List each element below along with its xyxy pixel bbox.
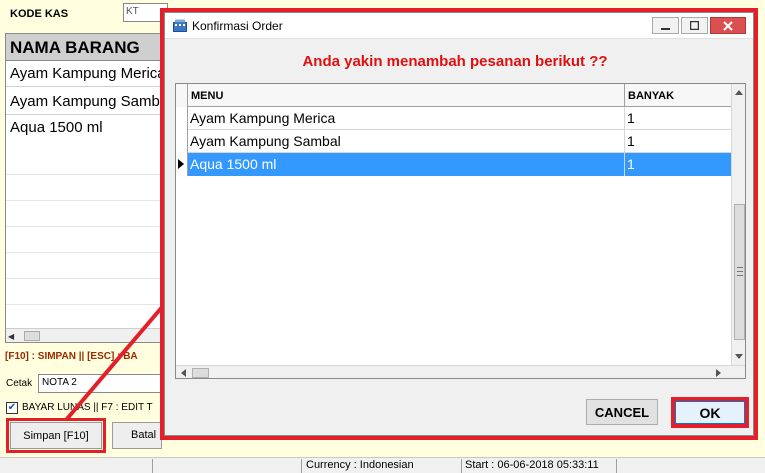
cetak-label: Cetak — [6, 378, 33, 389]
status-currency: Currency : Indonesian — [306, 459, 414, 471]
app-icon — [173, 19, 187, 32]
kode-kas-label: KODE KAS — [10, 8, 69, 20]
bayar-lunas-label: BAYAR LUNAS || F7 : EDIT T — [22, 402, 153, 413]
minimize-button[interactable] — [652, 17, 679, 34]
grid-divider — [6, 252, 162, 253]
items-grid[interactable]: NAMA BARANG Ayam Kampung Merica Ayam Kam… — [5, 33, 163, 343]
order-table: MENU BANYAK Ayam Kampung Merica 1 Ayam K… — [175, 83, 746, 379]
grid-divider — [6, 304, 162, 305]
grid-header-nama-barang: NAMA BARANG — [6, 34, 162, 61]
grid-divider — [6, 278, 162, 279]
table-header: MENU BANYAK — [176, 84, 732, 107]
cell-menu[interactable]: Aqua 1500 ml — [188, 153, 625, 176]
maximize-button[interactable] — [681, 17, 708, 34]
scroll-left-icon[interactable] — [181, 369, 186, 377]
scroll-thumb[interactable] — [24, 331, 40, 341]
scroll-down-icon[interactable] — [735, 354, 743, 359]
cetak-select[interactable]: NOTA 2 — [38, 374, 162, 393]
scroll-up-icon[interactable] — [735, 90, 743, 95]
status-separator — [461, 459, 462, 473]
table-vertical-scrollbar[interactable] — [731, 84, 745, 365]
table-row[interactable]: Ayam Kampung Sambal 1 — [176, 130, 732, 153]
cell-banyak[interactable]: 1 — [625, 107, 732, 130]
cancel-button[interactable]: CANCEL — [586, 399, 658, 425]
scroll-grip — [737, 267, 743, 268]
grid-row[interactable]: Ayam Kampung Merica — [6, 62, 162, 87]
status-bar: Currency : Indonesian Start : 06-06-2018… — [0, 457, 765, 473]
grid-horizontal-scrollbar[interactable]: ◀ — [6, 328, 162, 342]
cell-menu[interactable]: Ayam Kampung Sambal — [188, 130, 625, 153]
row-header[interactable] — [176, 153, 188, 176]
grid-divider — [6, 200, 162, 201]
grid-row[interactable]: Aqua 1500 ml — [6, 116, 162, 141]
table-horizontal-scrollbar[interactable] — [176, 365, 745, 378]
batal-button[interactable]: Batal — [112, 422, 162, 449]
dialog-title: Konfirmasi Order — [192, 19, 283, 33]
status-separator — [301, 459, 302, 473]
scroll-grip — [737, 275, 743, 276]
bayar-lunas-checkbox[interactable]: ✔ — [6, 402, 18, 414]
scroll-thumb[interactable] — [734, 204, 745, 340]
grid-divider — [6, 226, 162, 227]
column-header-banyak[interactable]: BANYAK — [625, 84, 732, 107]
scroll-thumb[interactable] — [192, 368, 209, 378]
table-row-selected[interactable]: Aqua 1500 ml 1 — [176, 153, 732, 176]
status-separator — [616, 459, 617, 473]
simpan-highlight-box — [6, 418, 106, 453]
grid-row[interactable]: Ayam Kampung Sambal — [6, 90, 162, 115]
konfirmasi-order-dialog: Konfirmasi Order Anda yakin menambah pes… — [164, 12, 754, 436]
table-row[interactable]: Ayam Kampung Merica 1 — [176, 107, 732, 130]
grid-divider — [6, 174, 162, 175]
scroll-left-icon[interactable]: ◀ — [8, 332, 14, 341]
row-header[interactable] — [176, 107, 188, 130]
row-header-corner — [176, 84, 188, 107]
cell-menu[interactable]: Ayam Kampung Merica — [188, 107, 625, 130]
maximize-icon — [690, 21, 699, 30]
scroll-grip — [737, 271, 743, 272]
minimize-icon — [661, 28, 670, 30]
cell-banyak[interactable]: 1 — [625, 153, 732, 176]
status-separator — [152, 459, 153, 473]
ok-button[interactable]: OK — [675, 401, 745, 424]
row-header[interactable] — [176, 130, 188, 153]
close-icon — [723, 20, 733, 31]
status-start-time: Start : 06-06-2018 05:33:11 — [465, 459, 599, 471]
current-row-indicator-icon — [178, 159, 184, 169]
close-button[interactable] — [710, 17, 746, 34]
dialog-titlebar[interactable]: Konfirmasi Order — [165, 13, 753, 39]
shortcut-hint: [F10] : SIMPAN || [ESC] : BA — [5, 351, 138, 362]
scroll-right-icon[interactable] — [716, 369, 721, 377]
column-header-menu[interactable]: MENU — [188, 84, 625, 107]
confirmation-question: Anda yakin menambah pesanan berikut ?? — [302, 53, 608, 70]
checkmark-icon: ✔ — [7, 402, 17, 413]
cell-banyak[interactable]: 1 — [625, 130, 732, 153]
